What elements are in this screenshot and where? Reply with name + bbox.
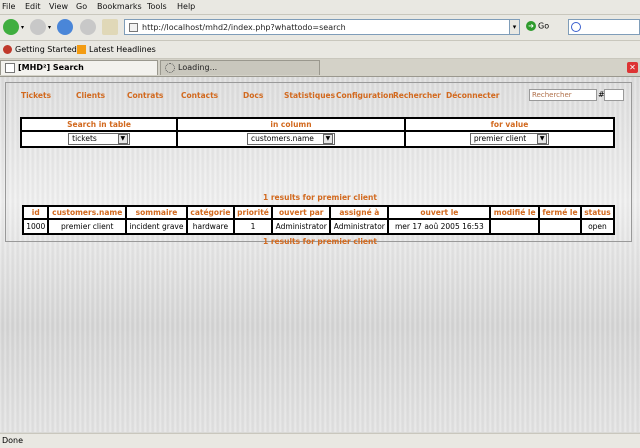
tab-page-icon	[5, 62, 15, 73]
results-count-top: 1 results for premier client	[263, 193, 377, 202]
go-arrow-icon: ➜	[526, 21, 536, 31]
bookmark-getting-started[interactable]: Getting Started	[3, 45, 77, 54]
nav-clients[interactable]: Clients	[76, 91, 105, 100]
cell-ferme-le	[540, 220, 580, 233]
table-row[interactable]: 1000 premier client incident grave hardw…	[24, 220, 613, 233]
stop-icon[interactable]	[80, 19, 96, 35]
web-search-input[interactable]	[568, 19, 640, 35]
col-ouvert-par: ouvert par	[273, 207, 330, 218]
nav-tickets[interactable]: Tickets	[21, 91, 51, 100]
col-status: status	[581, 207, 613, 218]
menu-edit[interactable]: Edit	[25, 2, 41, 11]
value-select-value: premier client	[473, 134, 527, 143]
status-bar: Done	[0, 433, 640, 448]
close-tab-icon[interactable]: ✕	[627, 62, 638, 73]
page-favicon-icon	[129, 23, 138, 32]
rss-icon	[77, 45, 86, 54]
address-dropdown-icon[interactable]: ▾	[509, 19, 520, 35]
col-modifie-le: modifié le	[491, 207, 538, 218]
nav-contrats[interactable]: Contrats	[127, 91, 163, 100]
column-select[interactable]: customers.name ▼	[247, 133, 335, 145]
back-dropdown-icon[interactable]: ▾	[21, 24, 24, 31]
col-priorite: priorité	[234, 207, 272, 218]
tab-bar: [MHD²] Search Loading...	[0, 59, 640, 77]
cell-ouvert-par: Administrator	[273, 220, 330, 233]
menu-view[interactable]: View	[49, 2, 68, 11]
cell-ouvert-le: mer 17 aoû 2005 16:53	[389, 220, 490, 233]
nav-rechercher[interactable]: Rechercher	[393, 91, 441, 100]
nav-search-input[interactable]: Rechercher	[529, 89, 597, 101]
cell-sommaire: incident grave	[126, 220, 186, 233]
col-ouvert-le: ouvert le	[389, 207, 490, 218]
col-assigne-a: assigné à	[331, 207, 388, 218]
nav-configuration[interactable]: Configuration	[336, 91, 394, 100]
address-bar[interactable]: http://localhost/mhd2/index.php?whattodo…	[124, 19, 510, 35]
search-engine-icon	[571, 22, 581, 32]
nav-deconnecter[interactable]: Déconnecter	[446, 91, 500, 100]
tab-label: [MHD²] Search	[18, 63, 84, 72]
ticket-number-input[interactable]	[604, 89, 624, 101]
value-select[interactable]: premier client ▼	[469, 133, 550, 145]
menu-go[interactable]: Go	[76, 2, 87, 11]
header-in-column: in column	[178, 119, 404, 130]
menu-tools[interactable]: Tools	[147, 2, 167, 11]
cell-priorite: 1	[234, 220, 272, 233]
results-count-bottom: 1 results for premier client	[263, 237, 377, 246]
column-select-cell: customers.name ▼	[178, 132, 404, 146]
table-select-value: tickets	[72, 134, 97, 143]
chevron-down-icon: ▼	[322, 134, 333, 144]
address-text: http://localhost/mhd2/index.php?whattodo…	[142, 23, 346, 32]
go-button[interactable]: ➜ Go	[526, 21, 549, 31]
header-search-in-table: Search in table	[22, 119, 176, 130]
menu-bar: File Edit View Go Bookmarks Tools Help	[0, 0, 640, 15]
chevron-down-icon: ▼	[537, 134, 548, 144]
nav-contacts[interactable]: Contacts	[181, 91, 218, 100]
header-for-value: for value	[406, 119, 613, 130]
col-ferme-le: fermé le	[540, 207, 580, 218]
page-content: Tickets Clients Contrats Contacts Docs S…	[0, 77, 640, 432]
forward-dropdown-icon[interactable]: ▾	[48, 24, 51, 31]
search-form: Search in table in column for value tick…	[20, 117, 615, 148]
bookmarks-toolbar: Getting Started Latest Headlines	[0, 41, 640, 59]
nav-statistiques[interactable]: Statistiques	[284, 91, 335, 100]
cell-id[interactable]: 1000	[24, 220, 48, 233]
home-icon[interactable]	[102, 19, 118, 35]
menu-bookmarks[interactable]: Bookmarks	[97, 2, 142, 11]
loading-icon	[165, 62, 175, 73]
table-select[interactable]: tickets ▼	[68, 133, 130, 145]
cell-categorie: hardware	[188, 220, 233, 233]
tab-label: Loading...	[178, 63, 218, 72]
col-sommaire: sommaire	[126, 207, 186, 218]
menu-file[interactable]: File	[2, 2, 15, 11]
cell-assigne-a: Administrator	[331, 220, 388, 233]
col-customers-name: customers.name	[49, 207, 125, 218]
value-select-cell: premier client ▼	[406, 132, 613, 146]
bookmark-label: Getting Started	[15, 45, 77, 54]
cell-status: open	[581, 220, 613, 233]
forward-icon[interactable]	[30, 19, 46, 35]
bookmark-icon	[3, 45, 12, 54]
column-select-value: customers.name	[251, 134, 314, 143]
tab-loading[interactable]: Loading...	[160, 60, 320, 75]
menu-help[interactable]: Help	[177, 2, 195, 11]
cell-modifie-le	[491, 220, 538, 233]
back-icon[interactable]	[3, 19, 19, 35]
col-categorie: catégorie	[188, 207, 233, 218]
bookmark-label: Latest Headlines	[89, 45, 156, 54]
table-select-cell: tickets ▼	[22, 132, 176, 146]
results-header-row: id customers.name sommaire catégorie pri…	[24, 207, 613, 218]
tab-search[interactable]: [MHD²] Search	[0, 60, 158, 75]
col-id: id	[24, 207, 48, 218]
go-label: Go	[538, 21, 550, 31]
chevron-down-icon: ▼	[117, 134, 128, 144]
cell-customers-name: premier client	[49, 220, 125, 233]
nav-docs[interactable]: Docs	[243, 91, 263, 100]
status-text: Done	[2, 436, 24, 445]
reload-icon[interactable]	[57, 19, 73, 35]
results-table: id customers.name sommaire catégorie pri…	[22, 205, 615, 235]
bookmark-latest-headlines[interactable]: Latest Headlines	[77, 45, 156, 54]
